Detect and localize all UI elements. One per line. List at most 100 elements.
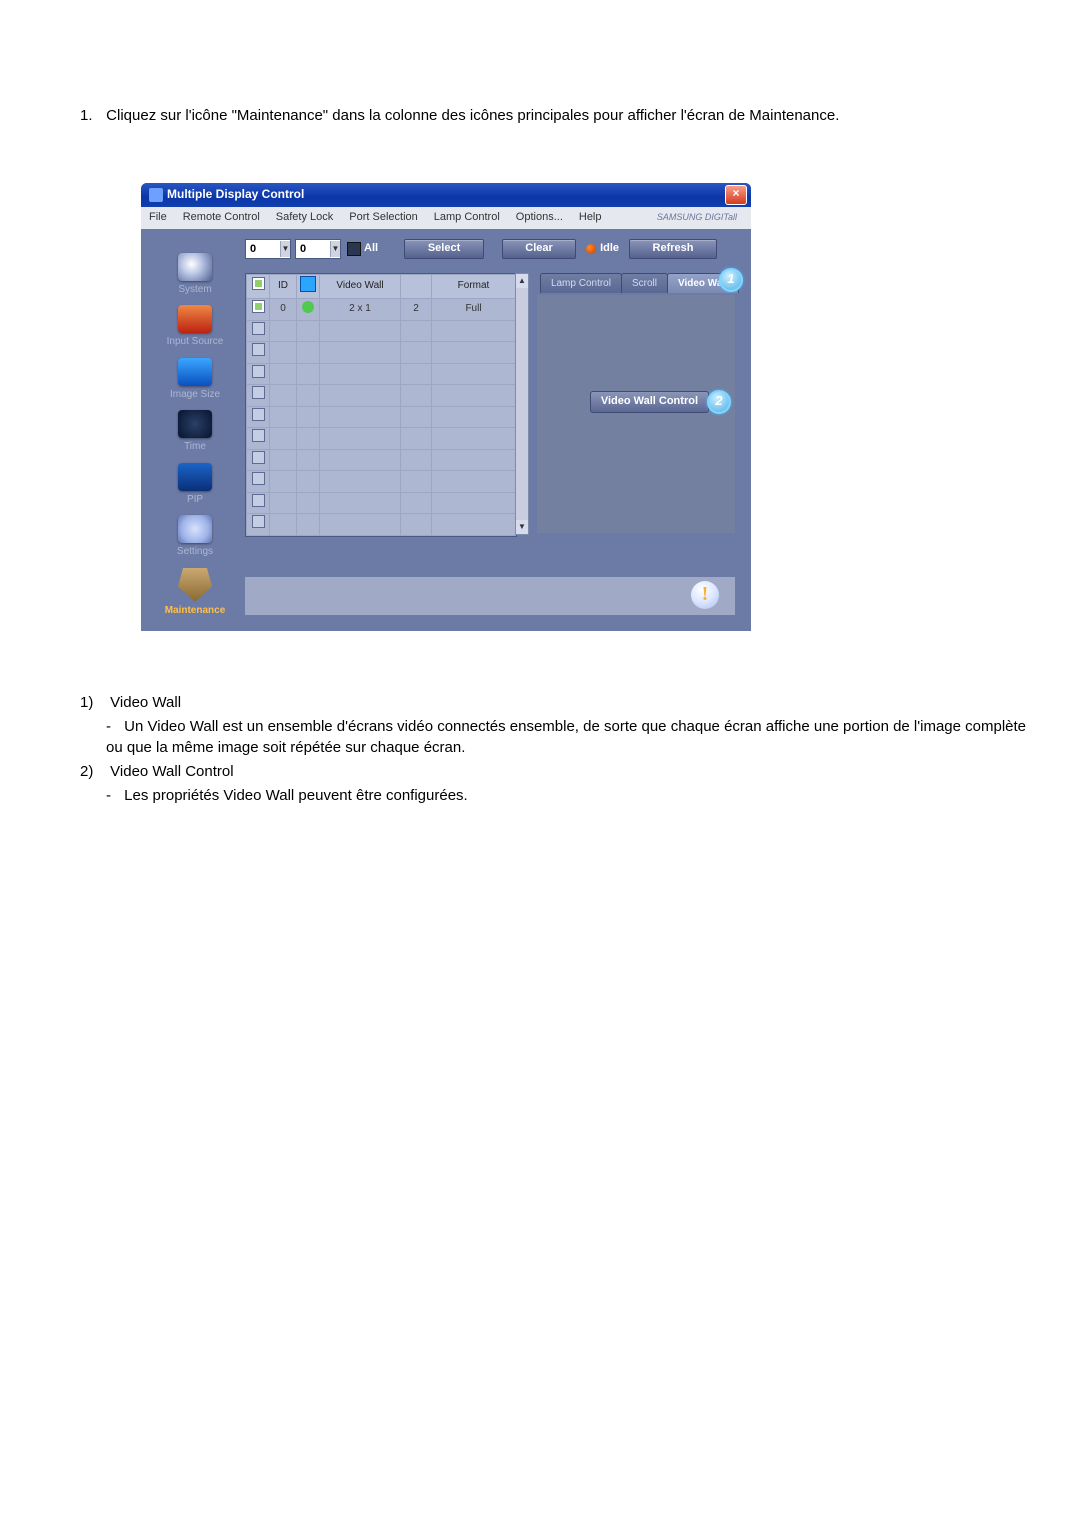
clear-button[interactable]: Clear <box>502 239 576 259</box>
sidebar: System Input Source Image Size Time <box>153 253 237 621</box>
dropdown-icon[interactable]: ▼ <box>330 241 340 257</box>
display-table: ID Video Wall Format 0 2 x 1 <box>245 273 517 537</box>
image-size-icon <box>178 358 212 386</box>
dash: - <box>106 716 120 738</box>
window-title: Multiple Display Control <box>167 186 304 203</box>
sidebar-item-pip[interactable]: PIP <box>178 463 212 508</box>
menu-help[interactable]: Help <box>571 210 610 226</box>
note-1-label: Video Wall <box>110 694 181 711</box>
dash: - <box>106 785 120 807</box>
table-header-row: ID Video Wall Format <box>247 274 516 299</box>
menu-file[interactable]: File <box>141 210 175 226</box>
table-row[interactable] <box>247 449 516 471</box>
col-video-wall: Video Wall <box>320 274 401 299</box>
id-to-combo[interactable]: ▼ <box>295 239 341 259</box>
system-icon <box>178 253 212 281</box>
alert-icon: ! <box>691 581 719 609</box>
table-row[interactable] <box>247 363 516 385</box>
video-wall-control-button[interactable]: Video Wall Control <box>590 391 709 413</box>
table-scrollbar[interactable]: ▲ ▼ <box>515 273 529 535</box>
window: Multiple Display Control × File Remote C… <box>141 183 751 631</box>
close-button[interactable]: × <box>725 185 747 205</box>
sidebar-item-time[interactable]: Time <box>178 410 212 455</box>
col-format: Format <box>432 274 516 299</box>
note-2-text: Les propriétés Video Wall peuvent être c… <box>124 787 468 804</box>
idle-dot-icon <box>586 244 596 254</box>
maintenance-icon <box>178 568 212 602</box>
sidebar-item-maintenance[interactable]: Maintenance <box>165 568 226 619</box>
menubar: File Remote Control Safety Lock Port Sel… <box>141 207 751 230</box>
note-2-label: Video Wall Control <box>110 763 233 780</box>
table-row[interactable] <box>247 492 516 514</box>
intro-number: 1. <box>80 105 102 127</box>
cell-num: 2 <box>401 299 432 321</box>
col-status <box>297 274 320 299</box>
table-row[interactable] <box>247 406 516 428</box>
menu-port-selection[interactable]: Port Selection <box>341 210 425 226</box>
table-row[interactable] <box>247 385 516 407</box>
menu-options[interactable]: Options... <box>508 210 571 226</box>
note-1-text: Un Video Wall est un ensemble d'écrans v… <box>106 718 1026 757</box>
sidebar-label: Image Size <box>170 388 220 403</box>
table-row[interactable]: 0 2 x 1 2 Full <box>247 299 516 321</box>
sidebar-item-system[interactable]: System <box>178 253 212 298</box>
idle-indicator: Idle <box>586 241 619 257</box>
maintenance-tabs: Lamp Control Scroll Video Wall <box>541 273 739 293</box>
select-button[interactable]: Select <box>404 239 484 259</box>
refresh-button[interactable]: Refresh <box>629 239 717 259</box>
page-root: 1. Cliquez sur l'icône "Maintenance" dan… <box>0 0 1080 1527</box>
sidebar-label: Input Source <box>167 335 224 350</box>
sidebar-label: Time <box>178 440 212 455</box>
app-icon <box>149 188 163 202</box>
col-num <box>401 274 432 299</box>
col-check[interactable] <box>247 274 270 299</box>
sidebar-label: System <box>178 283 212 298</box>
intro-text: Cliquez sur l'icône "Maintenance" dans l… <box>106 107 839 124</box>
dropdown-icon[interactable]: ▼ <box>280 241 290 257</box>
table-row[interactable] <box>247 342 516 364</box>
row-check-icon[interactable] <box>252 300 265 313</box>
id-from-input[interactable] <box>246 242 280 256</box>
idle-label: Idle <box>600 241 619 257</box>
main-area: ▼ ▼ All Select Clear <box>245 237 743 623</box>
note-1-number: 1) <box>80 692 106 714</box>
app-body: System Input Source Image Size Time <box>141 229 751 631</box>
brand-label: SAMSUNG DIGITall <box>649 211 745 224</box>
sidebar-label: Settings <box>177 545 213 560</box>
titlebar: Multiple Display Control × <box>141 183 751 207</box>
col-id: ID <box>270 274 297 299</box>
status-dot-icon <box>302 301 314 313</box>
menu-lamp-control[interactable]: Lamp Control <box>426 210 508 226</box>
settings-icon <box>178 515 212 543</box>
scroll-down-icon[interactable]: ▼ <box>516 520 528 534</box>
input-source-icon <box>178 305 212 333</box>
sidebar-item-input-source[interactable]: Input Source <box>167 305 224 350</box>
table-row[interactable] <box>247 514 516 536</box>
notes-section: 1) Video Wall - Un Video Wall est un ens… <box>80 692 1040 807</box>
cell-video-wall: 2 x 1 <box>320 299 401 321</box>
menu-safety-lock[interactable]: Safety Lock <box>268 210 341 226</box>
menu-remote-control[interactable]: Remote Control <box>175 210 268 226</box>
table-row[interactable] <box>247 535 516 537</box>
pip-icon <box>178 463 212 491</box>
scroll-up-icon[interactable]: ▲ <box>516 274 528 288</box>
table-row[interactable] <box>247 471 516 493</box>
intro-paragraph: 1. Cliquez sur l'icône "Maintenance" dan… <box>80 105 1040 127</box>
top-toolbar: ▼ ▼ All Select Clear <box>245 237 743 261</box>
preview-panel: Video Wall Control <box>537 295 735 533</box>
cell-id: 0 <box>270 299 297 321</box>
table-row[interactable] <box>247 320 516 342</box>
callout-2: 2 <box>707 390 731 414</box>
all-label: All <box>364 241 378 257</box>
all-checkbox[interactable]: All <box>347 241 378 257</box>
tab-scroll[interactable]: Scroll <box>621 273 668 293</box>
table-row[interactable] <box>247 428 516 450</box>
tab-lamp-control[interactable]: Lamp Control <box>540 273 622 293</box>
id-to-input[interactable] <box>296 242 330 256</box>
sidebar-item-settings[interactable]: Settings <box>177 515 213 560</box>
sidebar-label: Maintenance <box>165 604 226 619</box>
id-from-combo[interactable]: ▼ <box>245 239 291 259</box>
app-screenshot: Multiple Display Control × File Remote C… <box>140 182 752 632</box>
cell-format: Full <box>432 299 516 321</box>
sidebar-item-image-size[interactable]: Image Size <box>170 358 220 403</box>
